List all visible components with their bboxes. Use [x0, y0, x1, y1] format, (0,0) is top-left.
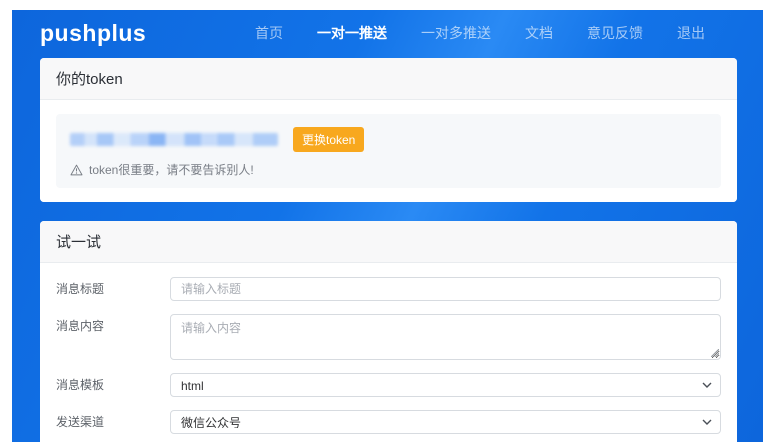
token-alert-panel: 更换token token很重要，请不要告诉别人! [56, 114, 721, 188]
try-card-body: 消息标题 消息内容 消息模板 html [40, 263, 737, 442]
token-card: 你的token 更换token token很重要，请不要告诉别人! [40, 58, 737, 202]
token-card-title: 你的token [40, 58, 737, 100]
message-template-row: 消息模板 html [56, 373, 721, 397]
try-card: 试一试 消息标题 消息内容 消息模板 html [40, 221, 737, 442]
change-token-button[interactable]: 更换token [293, 127, 364, 152]
token-row: 更换token [70, 127, 707, 152]
message-title-row: 消息标题 [56, 277, 721, 301]
send-channel-select[interactable]: 微信公众号 [170, 410, 721, 434]
nav-menu: 首页 一对一推送 一对多推送 文档 意见反馈 退出 [255, 23, 705, 43]
send-channel-label: 发送渠道 [56, 410, 170, 434]
try-card-title: 试一试 [40, 221, 737, 263]
message-title-input[interactable] [170, 277, 721, 301]
nav-item-logout[interactable]: 退出 [677, 23, 705, 43]
top-navbar: pushplus 首页 一对一推送 一对多推送 文档 意见反馈 退出 [12, 10, 763, 56]
warning-triangle-icon [70, 164, 83, 176]
brand-logo[interactable]: pushplus [40, 20, 146, 47]
token-card-body: 更换token token很重要，请不要告诉别人! [40, 100, 737, 202]
message-content-label: 消息内容 [56, 314, 170, 338]
message-template-label: 消息模板 [56, 373, 170, 397]
message-template-select[interactable]: html [170, 373, 721, 397]
page-background: pushplus 首页 一对一推送 一对多推送 文档 意见反馈 退出 你的tok… [12, 10, 763, 442]
token-warning-text: token很重要，请不要告诉别人! [89, 161, 254, 178]
message-title-label: 消息标题 [56, 277, 170, 301]
blurred-token-value [70, 133, 278, 146]
nav-item-docs[interactable]: 文档 [525, 23, 553, 43]
send-channel-row: 发送渠道 微信公众号 [56, 410, 721, 434]
nav-item-feedback[interactable]: 意见反馈 [587, 23, 643, 43]
nav-item-home[interactable]: 首页 [255, 23, 283, 43]
message-content-row: 消息内容 [56, 314, 721, 360]
nav-item-one-to-many-push[interactable]: 一对多推送 [421, 23, 491, 43]
nav-item-one-to-one-push[interactable]: 一对一推送 [317, 23, 387, 43]
token-warning: token很重要，请不要告诉别人! [70, 161, 707, 178]
message-content-textarea[interactable] [170, 314, 721, 360]
